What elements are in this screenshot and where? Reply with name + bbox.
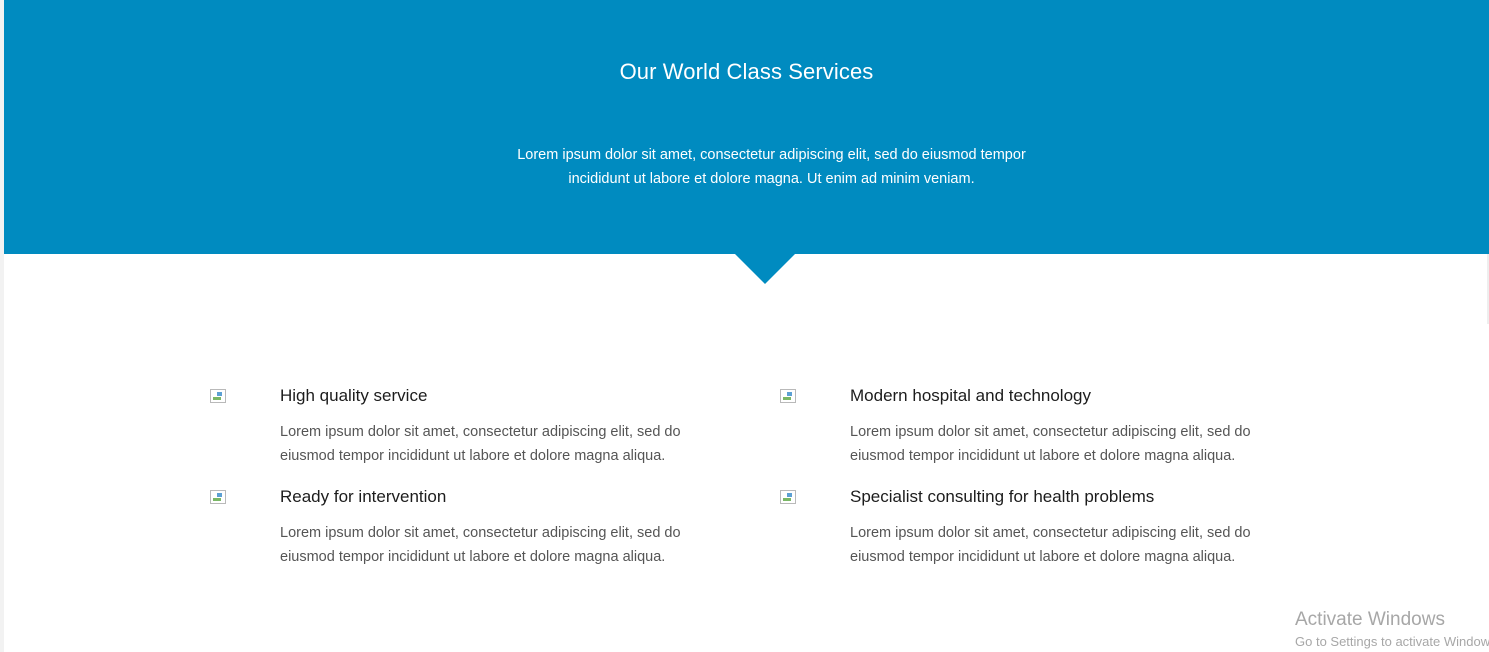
service-description: Lorem ipsum dolor sit amet, consectetur …	[280, 525, 681, 565]
service-item-high-quality: High quality service Lorem ipsum dolor s…	[210, 380, 780, 481]
activate-windows-watermark: Activate Windows Go to Settings to activ…	[1295, 607, 1489, 652]
service-item-ready-intervention: Ready for intervention Lorem ipsum dolor…	[210, 481, 780, 581]
service-title: Modern hospital and technology	[850, 386, 1091, 405]
activate-windows-title: Activate Windows	[1295, 609, 1445, 630]
service-title: Ready for intervention	[280, 487, 447, 506]
services-page: Our World Class Services Lorem ipsum dol…	[0, 0, 1489, 652]
service-title: Specialist consulting for health problem…	[850, 487, 1155, 506]
services-grid: High quality service Lorem ipsum dolor s…	[210, 380, 1290, 590]
broken-image-icon	[780, 490, 796, 504]
service-title: High quality service	[280, 386, 428, 405]
activate-windows-subtitle: Go to Settings to activate Windows.	[1295, 634, 1489, 649]
service-description: Lorem ipsum dolor sit amet, consectetur …	[280, 424, 681, 464]
services-hero-banner: Our World Class Services Lorem ipsum dol…	[4, 0, 1489, 254]
broken-image-icon	[780, 389, 796, 403]
broken-image-icon	[210, 490, 226, 504]
service-description: Lorem ipsum dolor sit amet, consectetur …	[850, 424, 1251, 464]
service-item-specialist-consulting: Specialist consulting for health problem…	[780, 481, 1290, 581]
service-description: Lorem ipsum dolor sit amet, consectetur …	[850, 525, 1251, 565]
service-item-modern-hospital: Modern hospital and technology Lorem ips…	[780, 380, 1290, 481]
hero-description: Lorem ipsum dolor sit amet, consectetur …	[517, 147, 1026, 187]
hero-down-arrow	[734, 253, 796, 284]
broken-image-icon	[210, 389, 226, 403]
hero-title: Our World Class Services	[619, 59, 874, 84]
